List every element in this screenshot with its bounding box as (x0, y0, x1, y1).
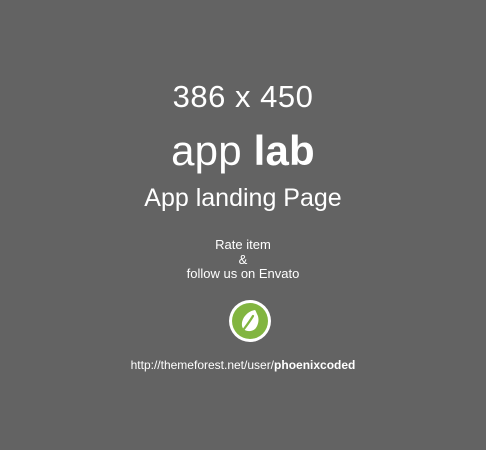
placeholder-canvas: 386 x 450 app lab App landing Page Rate … (0, 0, 486, 450)
profile-link[interactable]: http://themeforest.net/user/phoenixcoded (0, 358, 486, 372)
rate-line-1: Rate item (215, 237, 271, 252)
envato-leaf-icon[interactable] (229, 300, 271, 342)
brand-light-text: app (171, 127, 254, 174)
envato-badge-inner (232, 303, 268, 339)
rate-message: Rate item & follow us on Envato (0, 237, 486, 282)
brand-logo-text: app lab (0, 127, 486, 175)
profile-link-prefix: http://themeforest.net/user/ (130, 358, 275, 372)
rate-line-2: & (238, 251, 248, 267)
profile-username: phoenixcoded (274, 358, 356, 372)
page-subtitle: App landing Page (144, 184, 342, 212)
rate-line-3: follow us on Envato (186, 266, 300, 281)
leaf-icon (241, 310, 259, 332)
brand-bold-text: lab (253, 127, 315, 174)
dimensions-label: 386 x 450 (172, 79, 314, 114)
